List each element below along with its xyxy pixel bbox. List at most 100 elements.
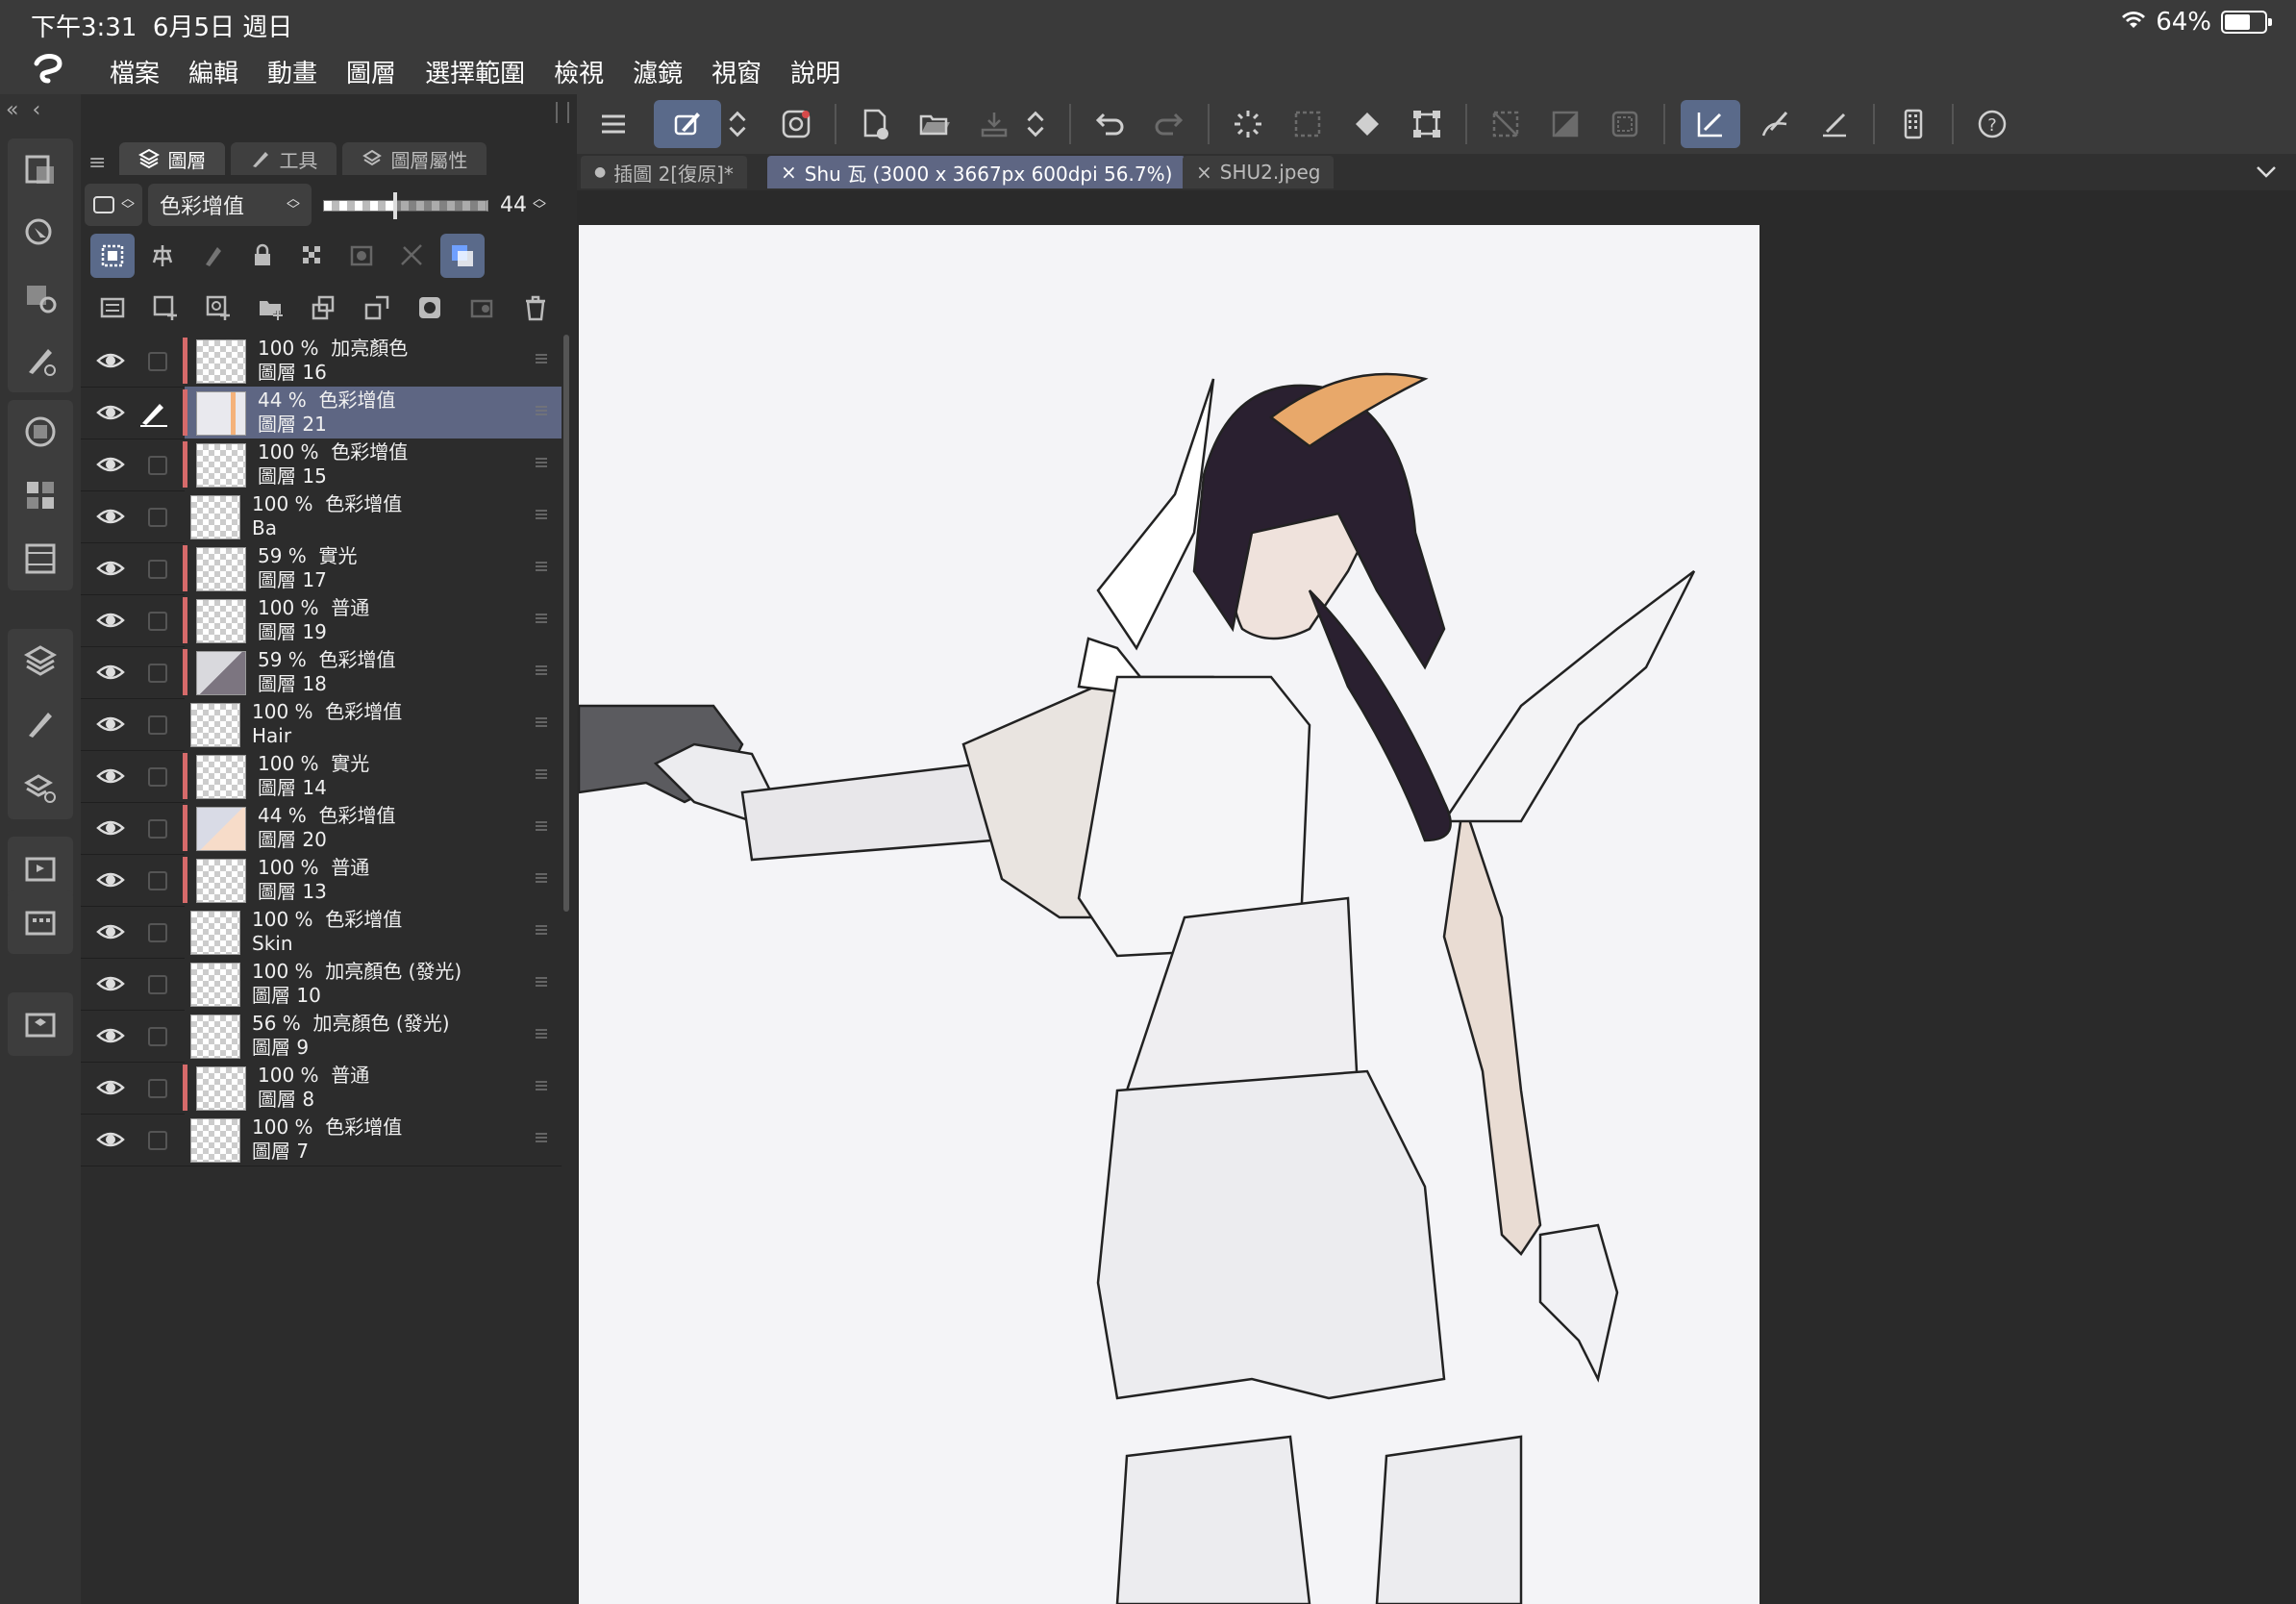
layer-row[interactable]: 100 % 加亮顏色 (發光) 圖層 10	[81, 958, 562, 1011]
layer-row[interactable]: 100 % 普通 圖層 13	[81, 854, 562, 907]
layer-checkbox[interactable]	[148, 456, 167, 475]
layers-panel-icon[interactable]	[8, 629, 73, 692]
eye-icon[interactable]	[96, 1022, 125, 1049]
transfer-down-icon[interactable]	[302, 286, 346, 330]
layer-checkbox[interactable]	[148, 560, 167, 579]
drag-handle-icon[interactable]	[535, 560, 548, 573]
updown-icon[interactable]	[1019, 100, 1052, 148]
invert-selection-icon[interactable]	[1540, 100, 1590, 148]
clip-layer-icon[interactable]	[90, 234, 135, 278]
eye-icon[interactable]	[96, 555, 125, 582]
drag-handle-icon[interactable]	[535, 767, 548, 781]
panel-grip[interactable]	[556, 102, 569, 123]
collapse-panel-icon[interactable]: «‹	[6, 98, 54, 122]
navigator-icon[interactable]	[8, 138, 73, 202]
open-folder-icon[interactable]	[910, 100, 960, 148]
layer-checkbox[interactable]	[148, 923, 167, 942]
chevron-down-icon[interactable]	[2254, 160, 2279, 188]
layer-checkbox[interactable]	[148, 508, 167, 527]
close-icon[interactable]: ×	[781, 161, 797, 184]
color-wheel-icon[interactable]	[8, 400, 73, 464]
layer-row[interactable]: 59 % 色彩增值 圖層 18	[81, 646, 562, 699]
selection-border-icon[interactable]	[1600, 100, 1650, 148]
layer-checkbox[interactable]	[148, 352, 167, 371]
layer-checkbox[interactable]	[148, 1079, 167, 1098]
pencil-icon[interactable]	[138, 398, 169, 427]
layer-mode-select[interactable]: ︿ ﹀	[85, 184, 142, 226]
layer-checkbox[interactable]	[148, 1027, 167, 1046]
blend-mode-select[interactable]: 色彩增值 ︿ ﹀	[148, 184, 312, 226]
drag-handle-icon[interactable]	[535, 975, 548, 989]
help-icon[interactable]: ?	[1967, 100, 2017, 148]
opacity-slider[interactable]	[323, 192, 488, 219]
updown-icon[interactable]	[721, 100, 754, 148]
layer-row[interactable]: 59 % 實光 圖層 17	[81, 542, 562, 595]
new-canvas-icon[interactable]	[850, 100, 900, 148]
apply-mask-icon[interactable]	[461, 286, 505, 330]
tab-tools[interactable]: 工具	[231, 142, 337, 175]
undo-icon[interactable]	[1085, 100, 1135, 148]
drag-handle-icon[interactable]	[535, 508, 548, 521]
material-settings-icon[interactable]	[8, 265, 73, 329]
new-folder-icon[interactable]	[249, 286, 293, 330]
snap-special-ruler-icon[interactable]	[1750, 100, 1800, 148]
companion-icon[interactable]	[771, 100, 821, 148]
menu-help[interactable]: 說明	[790, 54, 840, 89]
timeline-icon[interactable]	[8, 527, 73, 590]
layer-row[interactable]: 100 % 普通 圖層 19	[81, 594, 562, 647]
layer-row[interactable]: 44 % 色彩增值 圖層 20	[81, 802, 562, 855]
drag-handle-icon[interactable]	[535, 1027, 548, 1040]
layer-checkbox[interactable]	[148, 975, 167, 994]
eye-icon[interactable]	[96, 763, 125, 789]
drag-handle-icon[interactable]	[535, 664, 548, 677]
loading-icon[interactable]	[1223, 100, 1273, 148]
redo-icon[interactable]	[1144, 100, 1194, 148]
layer-checkbox[interactable]	[148, 819, 167, 839]
panel-menu-icon[interactable]: ≡	[88, 151, 106, 175]
layer-mask-icon[interactable]	[408, 286, 452, 330]
sub-view-icon[interactable]	[8, 202, 73, 265]
tab-layer-property[interactable]: 圖層屬性	[342, 142, 487, 175]
eye-icon[interactable]	[96, 866, 125, 893]
draft-layer-icon[interactable]	[190, 234, 235, 278]
layer-row[interactable]: 100 % 色彩增值 Ba	[81, 490, 562, 543]
opacity-slider-thumb[interactable]	[392, 192, 397, 219]
close-icon[interactable]: ×	[1196, 161, 1212, 184]
eye-icon[interactable]	[96, 1074, 125, 1101]
drag-handle-icon[interactable]	[535, 352, 548, 365]
layer-row[interactable]: 100 % 色彩增值 圖層 15	[81, 439, 562, 491]
new-vector-layer-icon[interactable]	[196, 286, 240, 330]
panel-scrollbar[interactable]	[563, 335, 569, 912]
drag-handle-icon[interactable]	[535, 715, 548, 729]
app-logo-icon[interactable]	[31, 52, 65, 95]
layer-checkbox[interactable]	[148, 871, 167, 890]
eye-icon[interactable]	[96, 503, 125, 530]
opacity-stepper-icon[interactable]: ︿ ﹀	[533, 192, 546, 217]
reference-layer-icon[interactable]	[140, 234, 185, 278]
edge-keyboard-icon[interactable]	[1888, 100, 1938, 148]
drag-handle-icon[interactable]	[535, 1079, 548, 1092]
layer-row[interactable]: 100 % 色彩增值 圖層 7	[81, 1114, 562, 1166]
eye-icon[interactable]	[96, 815, 125, 841]
doc-tab-2[interactable]: × Shu 瓦 (3000 x 3667px 600dpi 56.7%)	[767, 156, 1186, 188]
mask-icon[interactable]	[340, 234, 385, 278]
drag-handle-icon[interactable]	[535, 923, 548, 937]
edit-mode-icon[interactable]	[654, 100, 721, 148]
menu-filter[interactable]: 濾鏡	[633, 54, 683, 89]
menu-animation[interactable]: 動畫	[267, 54, 317, 89]
menu-file[interactable]: 檔案	[110, 54, 160, 89]
tab-layers[interactable]: 圖層	[119, 142, 226, 175]
new-raster-layer-icon[interactable]	[143, 286, 187, 330]
menu-view[interactable]: 檢視	[554, 54, 604, 89]
drag-handle-icon[interactable]	[535, 871, 548, 885]
layer-checkbox[interactable]	[148, 767, 167, 787]
drag-handle-icon[interactable]	[535, 404, 548, 417]
layer-row[interactable]: 100 % 普通 圖層 8	[81, 1062, 562, 1115]
eye-icon[interactable]	[96, 711, 125, 738]
eye-icon[interactable]	[96, 607, 125, 634]
drawing-canvas[interactable]	[579, 225, 1759, 1604]
ruler-icon[interactable]	[390, 234, 435, 278]
eye-icon[interactable]	[96, 659, 125, 686]
delete-layer-icon[interactable]	[513, 286, 558, 330]
snap-grid-icon[interactable]	[1809, 100, 1859, 148]
